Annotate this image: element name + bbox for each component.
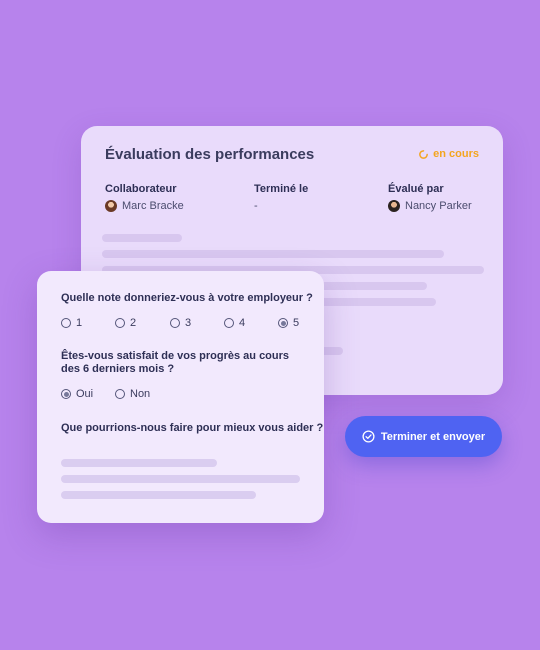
finished-value: -: [254, 200, 258, 212]
avatar: [105, 200, 117, 212]
loading-icon: [419, 149, 429, 159]
radio-button-selected[interactable]: [278, 318, 288, 328]
finished-label: Terminé le: [254, 183, 309, 195]
collaborator-column: Collaborateur Marc Bracke: [105, 183, 184, 212]
check-circle-icon: [362, 430, 375, 443]
answer-placeholder-line: [61, 475, 300, 483]
question-help: Que pourrions-nous faire pour mieux vous…: [61, 422, 324, 434]
collaborator-name: Marc Bracke: [122, 200, 184, 212]
answer-placeholder-line: [61, 459, 217, 467]
radio-button[interactable]: [170, 318, 180, 328]
survey-card: Quelle note donneriez-vous à votre emplo…: [37, 271, 324, 523]
finished-column: Terminé le -: [254, 183, 308, 212]
submit-label: Terminer et envoyer: [380, 430, 486, 443]
rating-option-4[interactable]: 4: [224, 317, 245, 329]
evaluation-title: Évaluation des performances: [105, 146, 315, 163]
submit-button[interactable]: Terminer et envoyer: [345, 416, 502, 457]
radio-button[interactable]: [115, 389, 125, 399]
rating-option-5[interactable]: 5: [278, 317, 299, 329]
evaluator-column: Évalué par Nancy Parker: [388, 183, 472, 212]
placeholder-line: [102, 250, 444, 258]
evaluator-name: Nancy Parker: [405, 200, 472, 212]
rating-option-3[interactable]: 3: [170, 317, 191, 329]
option-label: 3: [185, 317, 192, 329]
answer-placeholder-line: [61, 491, 256, 499]
satisfaction-option-yes[interactable]: Oui: [61, 388, 93, 400]
radio-button[interactable]: [61, 318, 71, 328]
option-label: Non: [130, 388, 151, 400]
status-badge: en cours: [418, 148, 479, 160]
question-satisfaction: Êtes-vous satisfait de vos progrès au co…: [61, 350, 290, 375]
option-label: 2: [130, 317, 137, 329]
option-label: Oui: [76, 388, 94, 400]
status-text: en cours: [433, 148, 479, 160]
radio-button[interactable]: [224, 318, 234, 328]
collaborator-label: Collaborateur: [105, 183, 177, 195]
placeholder-line: [102, 234, 182, 242]
option-label: 4: [239, 317, 246, 329]
satisfaction-option-no[interactable]: Non: [115, 388, 150, 400]
option-label: 1: [76, 317, 83, 329]
radio-button-selected[interactable]: [61, 389, 71, 399]
question-rating: Quelle note donneriez-vous à votre emplo…: [61, 292, 313, 304]
option-label: 5: [293, 317, 300, 329]
evaluator-label: Évalué par: [388, 183, 444, 195]
rating-option-2[interactable]: 2: [115, 317, 136, 329]
rating-option-1[interactable]: 1: [61, 317, 82, 329]
radio-button[interactable]: [115, 318, 125, 328]
avatar: [388, 200, 400, 212]
